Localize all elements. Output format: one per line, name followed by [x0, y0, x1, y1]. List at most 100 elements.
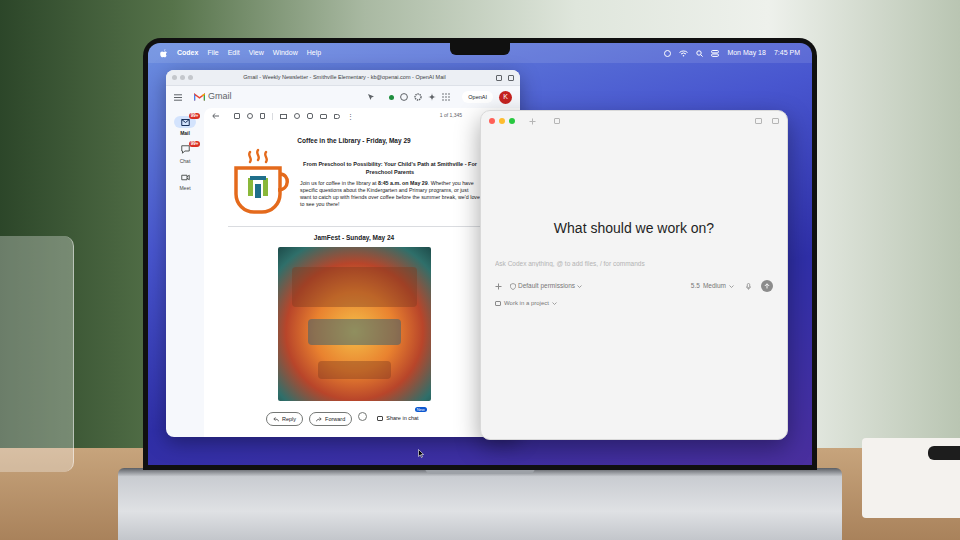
control-center-icon[interactable] [711, 50, 719, 57]
task-icon[interactable] [307, 113, 313, 119]
model-dropdown[interactable]: 5.5 Medium [691, 281, 734, 291]
pop-out-icon[interactable] [772, 118, 779, 124]
forward-button[interactable]: Forward [309, 412, 352, 426]
help-icon[interactable] [400, 93, 408, 101]
chevron-down-icon [729, 285, 734, 288]
menu-item[interactable]: Help [307, 48, 321, 59]
gmail-header: Gmail OpenAI K [166, 86, 520, 108]
body-text-run: Join us for coffee in the library at [300, 180, 378, 186]
nav-label: Mail [180, 130, 190, 138]
share-icon[interactable] [496, 75, 502, 81]
permissions-dropdown[interactable]: Default permissions [510, 281, 582, 291]
status-dot-icon[interactable] [389, 95, 394, 100]
menu-item[interactable]: File [207, 48, 218, 59]
microphone-icon[interactable] [746, 283, 751, 290]
workspace-badge[interactable]: OpenAI [462, 91, 493, 103]
pen [928, 446, 960, 460]
nav-item[interactable]: 99+ Mail [174, 116, 196, 138]
nav-item[interactable]: 99+Chat [174, 144, 196, 166]
emoji-icon[interactable] [358, 412, 367, 421]
minimize-button[interactable] [180, 75, 185, 80]
gmail-logo[interactable]: Gmail [194, 90, 232, 104]
chat-icon [181, 145, 190, 154]
nav-rail: 99+Mail99+ChatMeet [166, 108, 204, 437]
window-title: Gmail - Weekly Newsletter - Smithville E… [199, 73, 490, 81]
prompt-input[interactable] [495, 257, 773, 269]
poster-band [318, 361, 391, 379]
move-icon[interactable] [320, 114, 327, 119]
coffee-text: From Preschool to Possibility: Your Chil… [300, 146, 480, 222]
sidebar-icon[interactable] [508, 75, 514, 81]
app-menu[interactable]: Codex [177, 48, 198, 59]
chevron-down-icon [552, 302, 557, 305]
arrow-up-icon [764, 283, 770, 289]
menu-item[interactable]: Window [273, 48, 298, 59]
new-thread-icon[interactable] [529, 118, 536, 125]
archive-icon[interactable] [234, 113, 240, 119]
gmail-title-bar: Gmail - Weekly Newsletter - Smithville E… [166, 70, 520, 86]
gmail-body: 99+Mail99+ChatMeet ⋮ [166, 108, 520, 437]
jamfest-poster [278, 247, 431, 401]
label-icon[interactable] [334, 114, 340, 119]
folder-icon [495, 301, 501, 306]
forward-label: Forward [325, 415, 345, 423]
reply-icon [273, 417, 279, 422]
coffee-body: Join us for coffee in the library at 8:4… [300, 180, 480, 208]
pager: 1 of 1,345 [440, 112, 462, 120]
account-avatar[interactable]: K [499, 91, 512, 104]
reply-button[interactable]: Reply [266, 412, 303, 426]
mark-unread-icon[interactable] [280, 114, 287, 119]
project-selector[interactable]: Work in a project [495, 297, 773, 309]
menu-right: Mon May 18 7:45 PM [664, 48, 800, 59]
gmail-window[interactable]: Gmail - Weekly Newsletter - Smithville E… [166, 70, 520, 437]
unread-badge: 99+ [189, 113, 200, 119]
project-label: Work in a project [504, 299, 549, 308]
codex-heading: What should we work on? [481, 219, 787, 237]
back-icon[interactable] [212, 113, 219, 119]
close-button[interactable] [172, 75, 177, 80]
nav-item[interactable]: Meet [174, 171, 196, 193]
history-icon[interactable] [554, 118, 560, 124]
menu-item[interactable]: Edit [228, 48, 240, 59]
pointer-icon[interactable] [367, 93, 375, 101]
coffee-section: From Preschool to Possibility: Your Chil… [228, 146, 480, 222]
reply-label: Reply [282, 415, 296, 423]
snooze-icon[interactable] [294, 113, 300, 119]
apps-icon[interactable] [442, 93, 450, 101]
nav-label: Meet [179, 185, 190, 193]
clock-date[interactable]: Mon May 18 [727, 48, 766, 59]
zoom-button[interactable] [188, 75, 193, 80]
spam-icon[interactable] [247, 113, 253, 119]
menu-item[interactable]: View [249, 48, 264, 59]
minimize-button[interactable] [499, 118, 505, 124]
delete-icon[interactable] [260, 113, 265, 119]
separator [272, 113, 273, 120]
zoom-button[interactable] [509, 118, 515, 124]
clock-time[interactable]: 7:45 PM [774, 48, 800, 59]
search-icon[interactable] [696, 50, 703, 57]
codex-window[interactable]: What should we work on? Default permissi… [480, 110, 788, 440]
gmail-wordmark: Gmail [208, 90, 232, 104]
send-button[interactable] [761, 280, 773, 292]
jamfest-heading: JamFest - Sunday, May 24 [228, 233, 480, 243]
openai-status-icon[interactable] [664, 50, 671, 57]
apple-icon[interactable] [160, 49, 168, 58]
nav-label: Chat [180, 158, 191, 166]
screen: Codex File Edit View Window Help Mon May… [148, 43, 812, 465]
panel-icon[interactable] [755, 118, 762, 124]
settings-icon[interactable] [414, 93, 422, 101]
codex-title-bar [481, 111, 787, 131]
menu-icon[interactable] [174, 94, 182, 101]
wifi-icon[interactable] [679, 50, 688, 57]
poster-band [292, 267, 417, 307]
section-divider [228, 226, 480, 227]
nav-item-pill: 99+ [174, 116, 196, 128]
share-in-chat-button[interactable]: Share in chat New [373, 412, 422, 424]
composer-toolbar: Default permissions 5.5 Medium [495, 279, 773, 293]
water-glass [0, 236, 74, 472]
gemini-icon[interactable] [428, 93, 436, 101]
effort-label: Medium [703, 281, 726, 291]
close-button[interactable] [489, 118, 495, 124]
add-icon[interactable] [495, 283, 502, 290]
more-icon[interactable]: ⋮ [347, 113, 354, 120]
